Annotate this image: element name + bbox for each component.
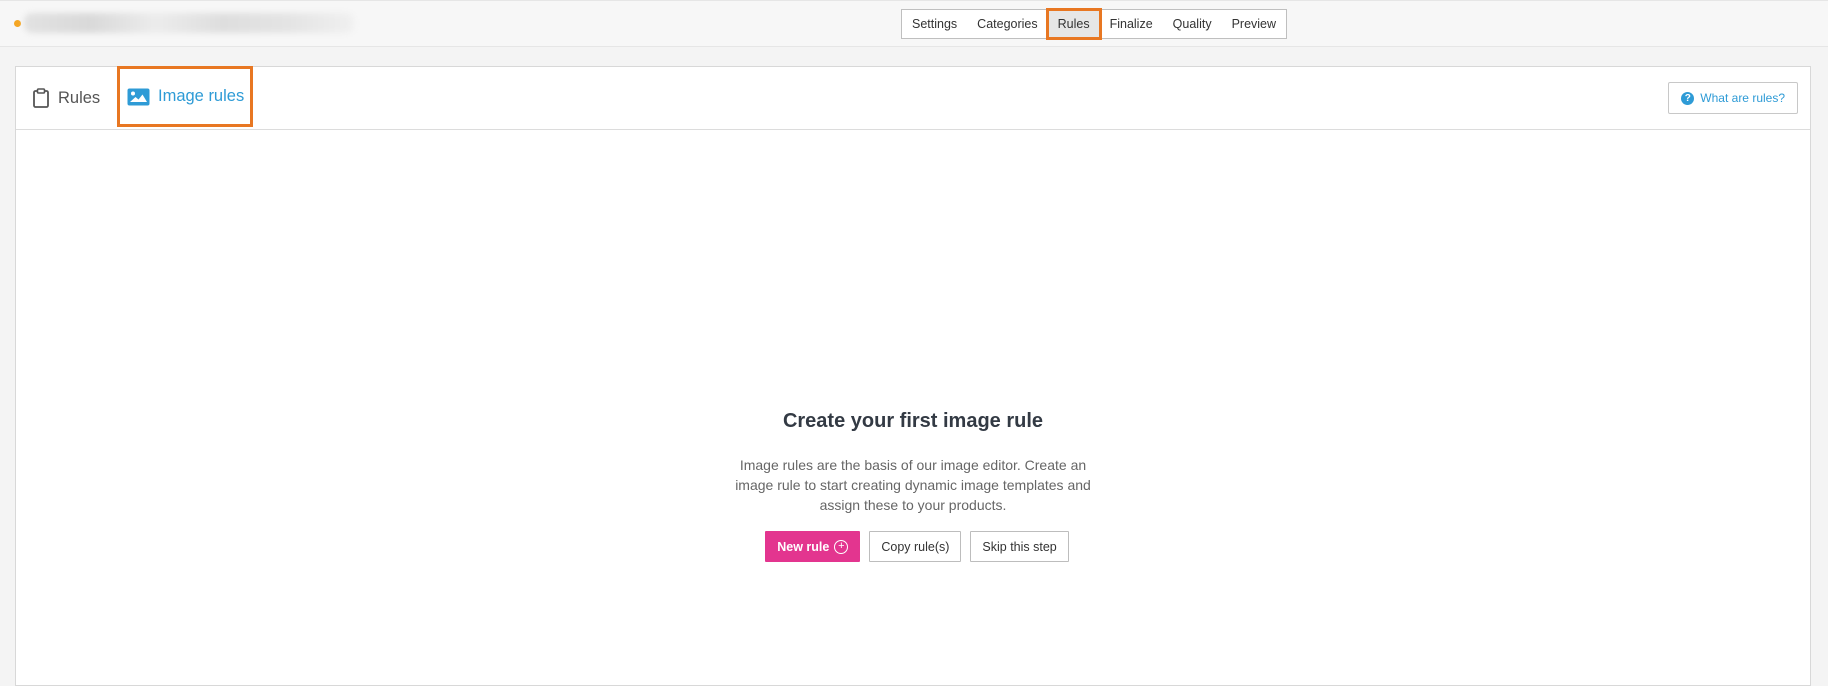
rules-panel: Rules Image rules ? What are rules? Crea… (15, 66, 1811, 686)
copy-rules-button[interactable]: Copy rule(s) (869, 531, 962, 562)
empty-state-title: Create your first image rule (782, 410, 1044, 432)
tab-rules-label: Rules (58, 88, 101, 107)
status-dot (14, 20, 21, 27)
tab-image-rules[interactable]: Image rules (117, 66, 253, 127)
skip-step-button[interactable]: Skip this step (970, 531, 1069, 562)
panel-header: Rules Image rules ? What are rules? (16, 66, 1810, 130)
step-quality[interactable]: Quality (1163, 10, 1222, 38)
top-bar: Settings Categories Rules Finalize Quali… (0, 0, 1828, 47)
step-finalize[interactable]: Finalize (1100, 10, 1163, 38)
plus-circle-icon: + (834, 539, 849, 554)
step-preview[interactable]: Preview (1222, 10, 1286, 38)
step-navigation: Settings Categories Rules Finalize Quali… (901, 8, 1288, 40)
clipboard-icon (32, 88, 50, 108)
new-rule-label: New rule (777, 539, 830, 554)
question-circle-icon: ? (1681, 91, 1695, 105)
step-settings[interactable]: Settings (902, 10, 967, 38)
empty-state-actions: New rule + Copy rule(s) Skip this step (16, 531, 1810, 562)
what-are-rules-button[interactable]: ? What are rules? (1668, 82, 1798, 114)
help-label: What are rules? (1700, 91, 1785, 105)
step-rules[interactable]: Rules (1045, 8, 1102, 40)
new-rule-button[interactable]: New rule + (765, 531, 861, 562)
empty-state-description: Image rules are the basis of our image e… (735, 457, 1091, 513)
empty-state: Create your first image rule Image rules… (16, 410, 1810, 562)
tab-image-rules-label: Image rules (158, 87, 245, 105)
step-categories[interactable]: Categories (967, 10, 1047, 38)
tab-rules[interactable]: Rules (32, 67, 100, 129)
image-icon (127, 88, 150, 106)
blurred-feed-title (24, 13, 354, 33)
